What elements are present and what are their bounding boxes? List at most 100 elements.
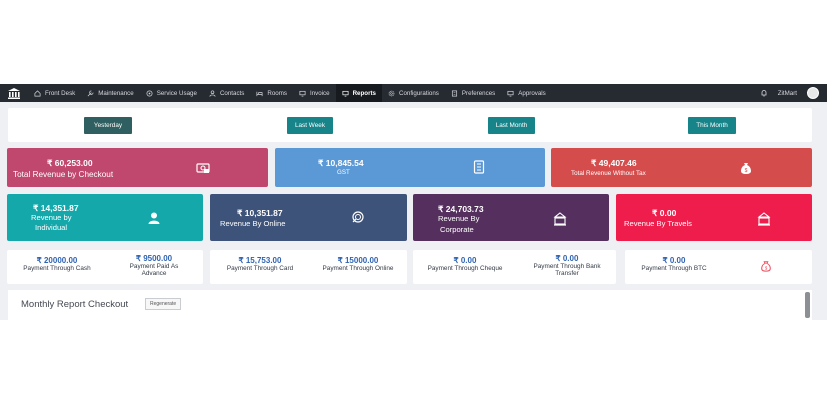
building-icon xyxy=(553,212,567,226)
nav-rooms[interactable]: Rooms xyxy=(250,84,293,102)
card-label: Revenue by xyxy=(31,213,72,222)
payment-label: Payment Through Card xyxy=(226,265,294,272)
money-bag-icon: $ xyxy=(761,261,771,272)
svg-text:$: $ xyxy=(745,168,748,174)
nav-label: Preferences xyxy=(461,89,496,97)
card-revenue-without-tax[interactable]: ₹ 49,407.46 Total Revenue Without Tax $ xyxy=(551,148,812,187)
payment-group-card-online: ₹ 15,753.00 Payment Through Card ₹ 15000… xyxy=(210,250,407,284)
nav-label: Service Usage xyxy=(156,89,197,97)
card-label: Revenue By Travels xyxy=(624,219,692,228)
nav-label: Rooms xyxy=(267,89,287,97)
payment-label: Payment Through Cheque xyxy=(427,265,503,272)
nav-label: Approvals xyxy=(518,89,546,97)
card-label: Revenue By xyxy=(438,214,480,223)
payment-amount: ₹ 15,753.00 xyxy=(238,256,282,265)
payment-bank-transfer: ₹ 0.00 Payment Through Bank Transfer xyxy=(523,254,611,277)
bell-icon[interactable] xyxy=(760,89,768,97)
wrench-icon xyxy=(87,90,94,96)
monitor-icon xyxy=(299,90,306,96)
receipt-icon xyxy=(473,160,485,174)
nav-approvals[interactable]: Approvals xyxy=(501,84,552,102)
nav-preferences[interactable]: Preferences xyxy=(445,84,501,102)
card-revenue-individual[interactable]: ₹ 14,351.87 Revenue by Individual xyxy=(7,194,203,241)
nav-contacts[interactable]: Contacts xyxy=(203,84,250,102)
payment-label: Payment Through Online xyxy=(322,265,394,272)
payment-label: Payment Paid As Advance xyxy=(129,263,179,277)
top-blank-area xyxy=(0,0,827,84)
money-icon xyxy=(196,163,210,173)
nav-label: Configurations xyxy=(398,89,439,97)
username[interactable]: ZitMart xyxy=(778,90,797,97)
card-label: Revenue By Online xyxy=(220,219,286,228)
regenerate-button[interactable]: Regenerate xyxy=(145,298,182,310)
card-revenue-travels[interactable]: ₹ 0.00 Revenue By Travels xyxy=(616,194,812,241)
card-revenue-corporate[interactable]: ₹ 24,703.73 Revenue By Corporate xyxy=(413,194,609,241)
payment-group-cash-advance: ₹ 20000.00 Payment Through Cash ₹ 9500.0… xyxy=(7,250,203,284)
money-bag-icon: $ xyxy=(741,163,751,174)
payment-cash: ₹ 20000.00 Payment Through Cash xyxy=(9,256,105,272)
person-icon xyxy=(209,89,216,97)
nav-label: Front Desk xyxy=(45,89,76,97)
yesterday-button[interactable]: Yesterday xyxy=(84,117,132,134)
payment-amount: ₹ 20000.00 xyxy=(36,256,78,265)
scrollbar[interactable] xyxy=(805,292,810,318)
payment-amount: ₹ 0.00 xyxy=(662,256,686,265)
payment-group-btc: ₹ 0.00 Payment Through BTC $ xyxy=(625,250,812,284)
monitor-icon xyxy=(342,90,349,96)
payment-advance: ₹ 9500.00 Payment Paid As Advance xyxy=(119,254,189,277)
svg-text:$: $ xyxy=(765,265,768,270)
card-label: Total Revenue Without Tax xyxy=(571,170,646,177)
nav-service-usage[interactable]: Service Usage xyxy=(140,84,203,102)
nav-label: Reports xyxy=(352,89,376,97)
monthly-report-title: Monthly Report Checkout xyxy=(21,299,129,310)
card-total-revenue-checkout[interactable]: ₹ 60,253.00 Total Revenue by Checkout xyxy=(7,148,268,187)
nav-label: Maintenance xyxy=(98,89,134,97)
nav-reports[interactable]: Reports xyxy=(335,84,382,102)
payment-online: ₹ 15000.00 Payment Through Online xyxy=(311,256,405,272)
card-amount: ₹ 49,407.46 xyxy=(591,158,637,168)
payment-amount: ₹ 0.00 xyxy=(453,256,477,265)
main-navbar: Front Desk Maintenance Service Usage Con… xyxy=(0,84,827,102)
period-filter-bar: Yesterday Last Week Last Month This Mont… xyxy=(8,108,812,142)
card-label: GST xyxy=(337,169,350,176)
bed-icon xyxy=(256,91,263,96)
home-icon xyxy=(34,89,41,96)
monitor-icon xyxy=(507,90,514,96)
avatar[interactable] xyxy=(807,87,819,99)
card-amount: ₹ 60,253.00 xyxy=(47,158,93,168)
nav-configurations[interactable]: Configurations xyxy=(382,84,445,102)
nav-label: Contacts xyxy=(219,89,245,97)
card-label: Individual xyxy=(35,223,68,232)
payment-amount: ₹ 9500.00 xyxy=(135,254,173,263)
payment-label: Payment Through Cash xyxy=(23,265,91,272)
card-gst[interactable]: ₹ 10,845.54 GST xyxy=(275,148,545,187)
this-month-button[interactable]: This Month xyxy=(688,117,736,134)
service-icon xyxy=(146,90,153,96)
gear-icon xyxy=(388,90,395,96)
bank-logo-icon[interactable] xyxy=(0,84,28,102)
payment-label: Payment Through Bank Transfer xyxy=(533,263,601,277)
last-week-button[interactable]: Last Week xyxy=(287,117,333,134)
nav-label: Invoice xyxy=(309,89,330,97)
payment-group-cheque-bank: ₹ 0.00 Payment Through Cheque ₹ 0.00 Pay… xyxy=(413,250,616,284)
user-icon xyxy=(148,212,160,224)
last-month-button[interactable]: Last Month xyxy=(488,117,535,134)
nav-maintenance[interactable]: Maintenance xyxy=(81,84,139,102)
coins-icon xyxy=(352,211,364,223)
nav-front-desk[interactable]: Front Desk xyxy=(28,84,81,102)
payment-amount: ₹ 0.00 xyxy=(555,254,579,263)
card-label: Total Revenue by Checkout xyxy=(13,170,114,179)
payment-label: Payment Through BTC xyxy=(641,265,707,272)
card-amount: ₹ 10,351.87 xyxy=(237,208,283,218)
payment-btc: ₹ 0.00 Payment Through BTC xyxy=(627,256,721,272)
card-amount: ₹ 0.00 xyxy=(652,208,677,218)
card-revenue-online[interactable]: ₹ 10,351.87 Revenue By Online xyxy=(210,194,407,241)
card-label: Corporate xyxy=(440,225,474,234)
reports-content: Yesterday Last Week Last Month This Mont… xyxy=(0,102,827,320)
monthly-report-panel: Monthly Report Checkout Regenerate xyxy=(8,290,812,320)
building-icon xyxy=(757,212,771,226)
nav-invoice[interactable]: Invoice xyxy=(293,84,336,102)
doc-icon xyxy=(451,90,457,96)
payment-amount: ₹ 15000.00 xyxy=(337,256,379,265)
payment-cheque: ₹ 0.00 Payment Through Cheque xyxy=(415,256,515,272)
